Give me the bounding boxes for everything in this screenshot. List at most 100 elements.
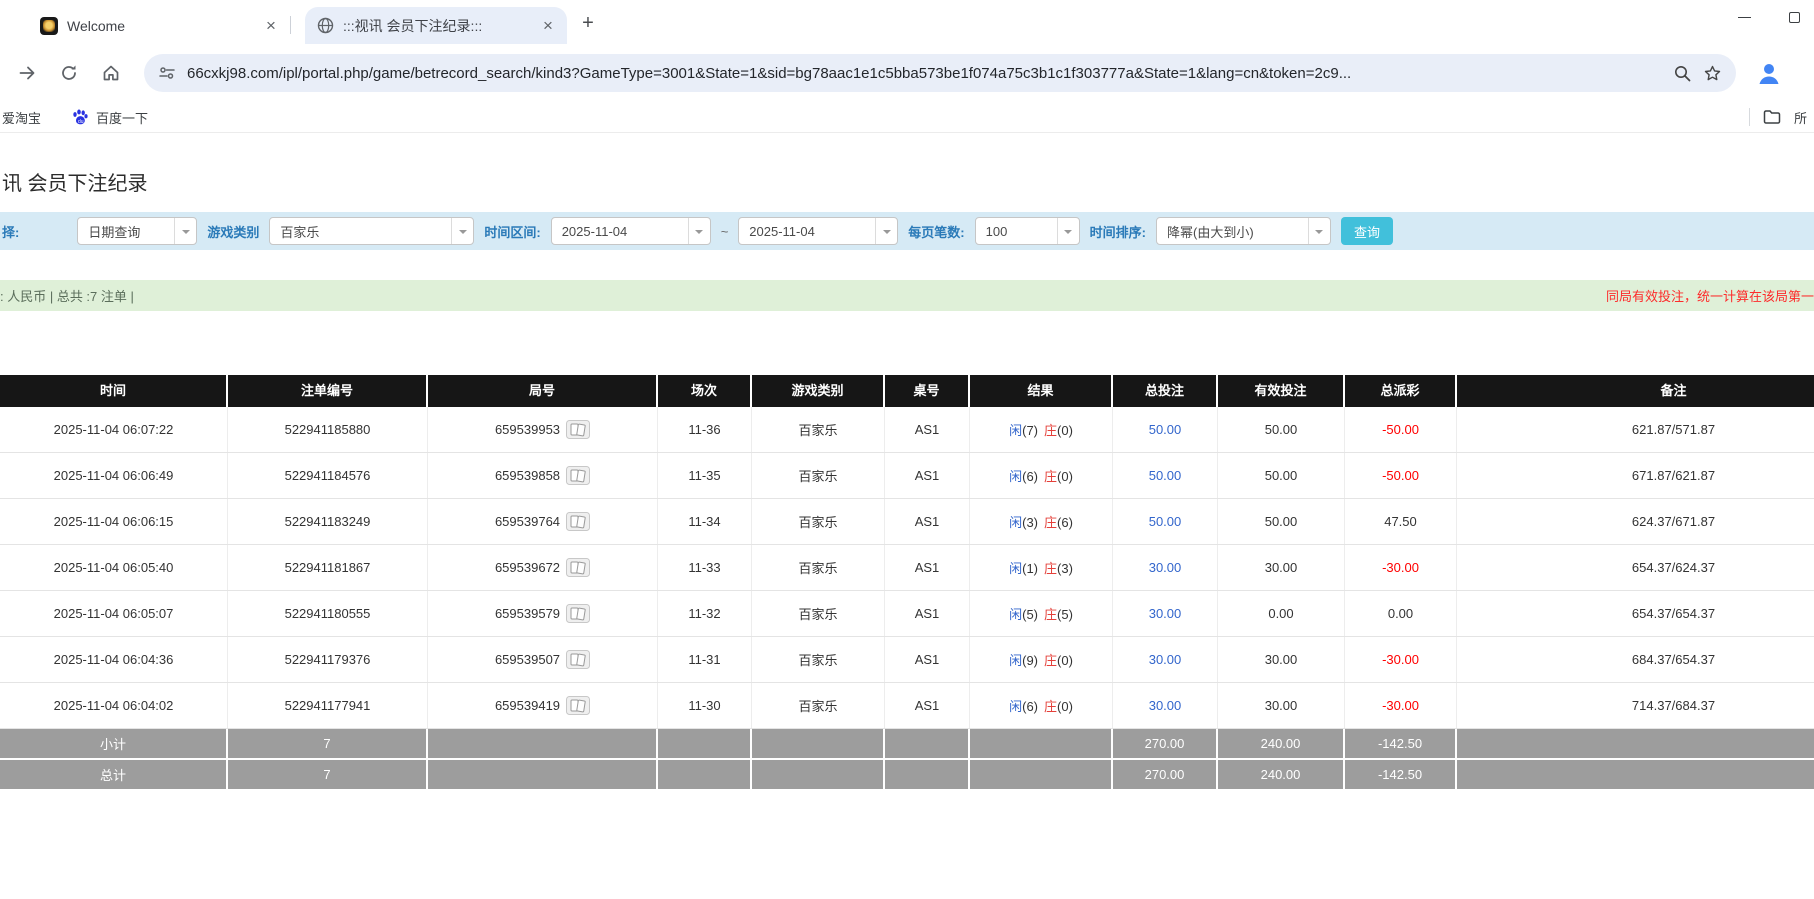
cards-icon[interactable]	[566, 512, 591, 531]
table-number-cell: AS1	[885, 407, 970, 452]
chevron-down-icon[interactable]	[875, 218, 897, 244]
svg-text:du: du	[78, 119, 84, 125]
grandtotal-row: 总计 7 270.00 240.00 -142.50	[0, 760, 1814, 791]
time-range-label: 时间区间:	[484, 224, 541, 240]
remark-cell: 671.87/621.87	[1631, 468, 1716, 483]
total-bet-sum-cell: 270.00	[1113, 729, 1218, 758]
browser-toolbar: 66cxkj98.com/ipl/portal.php/game/betreco…	[0, 44, 1814, 102]
remark-cell: 684.37/654.37	[1631, 652, 1716, 667]
result-cell: 闲(1) 庄(3)	[970, 545, 1113, 590]
star-icon[interactable]	[1703, 64, 1722, 83]
cards-icon[interactable]	[566, 696, 591, 715]
tab-title: Welcome	[67, 17, 126, 34]
page-size-select[interactable]: 100	[974, 217, 1080, 245]
valid-bet-cell: 50.00	[1218, 407, 1345, 452]
bookmark-baidu[interactable]: du 百度一下	[71, 108, 148, 127]
summary-text: : 人民币 | 总共 :7 注单 |	[0, 289, 134, 304]
chevron-down-icon[interactable]	[451, 218, 473, 244]
payout-cell: -50.00	[1345, 407, 1457, 452]
time-cell: 2025-11-04 06:05:40	[0, 545, 228, 590]
window-controls	[1738, 12, 1800, 23]
reload-icon[interactable]	[52, 56, 86, 90]
round-number: 659539507	[494, 652, 561, 667]
game-type-cell: 百家乐	[752, 407, 885, 452]
game-type-select[interactable]: 百家乐	[269, 217, 475, 245]
cards-icon[interactable]	[566, 420, 591, 439]
total-bet-cell[interactable]: 50.00	[1113, 499, 1218, 544]
new-tab-button[interactable]: +	[575, 11, 601, 37]
cards-icon[interactable]	[566, 466, 591, 485]
maximize-button[interactable]	[1789, 12, 1800, 23]
profile-avatar-icon[interactable]	[1754, 58, 1784, 88]
cards-icon[interactable]	[566, 604, 591, 623]
address-bar[interactable]: 66cxkj98.com/ipl/portal.php/game/betreco…	[144, 54, 1736, 92]
search-button[interactable]: 查询	[1340, 217, 1393, 245]
table-number-cell: AS1	[885, 499, 970, 544]
round-number: 659539672	[494, 560, 561, 575]
result-cell: 闲(5) 庄(5)	[970, 591, 1113, 636]
tab-welcome[interactable]: Welcome ×	[28, 7, 290, 44]
home-icon[interactable]	[94, 56, 128, 90]
valid-bet-cell: 50.00	[1218, 499, 1345, 544]
minimize-button[interactable]	[1738, 17, 1751, 18]
empty-cell	[752, 760, 885, 789]
bookmarks-divider	[1749, 108, 1750, 126]
chevron-down-icon[interactable]	[1056, 218, 1079, 244]
session-cell: 11-36	[658, 407, 752, 452]
session-cell: 11-33	[658, 545, 752, 590]
total-bet-cell[interactable]: 30.00	[1113, 545, 1218, 590]
total-bet-cell[interactable]: 50.00	[1113, 407, 1218, 452]
column-header: 备注	[1660, 383, 1687, 398]
url-text[interactable]: 66cxkj98.com/ipl/portal.php/game/betreco…	[187, 65, 1662, 82]
round-number: 659539419	[494, 698, 561, 713]
bet-id-cell: 522941181867	[228, 545, 428, 590]
time-cell: 2025-11-04 06:06:49	[0, 453, 228, 498]
table-number-cell: AS1	[885, 637, 970, 682]
total-bet-cell[interactable]: 30.00	[1113, 637, 1218, 682]
bookmarks-bar: 爱淘宝 du 百度一下 所	[0, 102, 1814, 133]
valid-bet-cell: 30.00	[1218, 545, 1345, 590]
total-bet-cell[interactable]: 30.00	[1113, 591, 1218, 636]
cards-icon[interactable]	[566, 650, 591, 669]
table-row: 2025-11-04 06:07:22 522941185880 659539953…	[0, 407, 1814, 453]
date-to-select[interactable]: 2025-11-04	[738, 217, 899, 245]
folder-icon[interactable]	[1762, 107, 1782, 127]
close-icon[interactable]: ×	[539, 17, 557, 35]
banker-result: 庄(0)	[1044, 699, 1073, 714]
game-type-label: 游戏类别	[207, 224, 260, 240]
payout-cell: 47.50	[1345, 499, 1457, 544]
bet-id-cell: 522941183249	[228, 499, 428, 544]
chevron-down-icon[interactable]	[1307, 218, 1330, 244]
subtotal-row: 小计 7 270.00 240.00 -142.50	[0, 729, 1814, 760]
forward-icon[interactable]	[10, 56, 44, 90]
sort-select[interactable]: 降幂(由大到小)	[1155, 217, 1331, 245]
player-result: 闲(3)	[1009, 515, 1038, 530]
time-cell: 2025-11-04 06:05:07	[0, 591, 228, 636]
payout-cell: -30.00	[1345, 683, 1457, 728]
result-cell: 闲(7) 庄(0)	[970, 407, 1113, 452]
empty-cell	[885, 729, 970, 758]
zoom-icon[interactable]	[1673, 64, 1692, 83]
game-type-cell: 百家乐	[752, 591, 885, 636]
empty-cell	[428, 729, 658, 758]
date-mode-select[interactable]: 日期查询	[77, 217, 198, 245]
round-number: 659539764	[494, 514, 561, 529]
page-title: 讯 会员下注纪录	[2, 173, 148, 195]
bookmark-aitaobao[interactable]: 爱淘宝	[2, 108, 41, 127]
total-bet-cell[interactable]: 50.00	[1113, 453, 1218, 498]
total-bet-cell[interactable]: 30.00	[1113, 683, 1218, 728]
chevron-down-icon[interactable]	[687, 218, 710, 244]
payout-cell: -30.00	[1345, 637, 1457, 682]
close-icon[interactable]: ×	[262, 17, 280, 35]
column-header: 游戏类别	[752, 375, 885, 407]
baidu-paw-icon: du	[71, 108, 89, 126]
column-header: 注单编号	[228, 375, 428, 407]
bookmark-label: 百度一下	[96, 110, 149, 126]
site-settings-icon[interactable]	[158, 64, 176, 82]
tab-betrecord[interactable]: :::视讯 会员下注纪录::: ×	[305, 7, 567, 44]
column-header: 有效投注	[1218, 375, 1345, 407]
date-from-select[interactable]: 2025-11-04	[550, 217, 711, 245]
chevron-down-icon[interactable]	[174, 218, 196, 244]
cards-icon[interactable]	[566, 558, 591, 577]
all-bookmarks-label[interactable]: 所	[1794, 108, 1814, 127]
